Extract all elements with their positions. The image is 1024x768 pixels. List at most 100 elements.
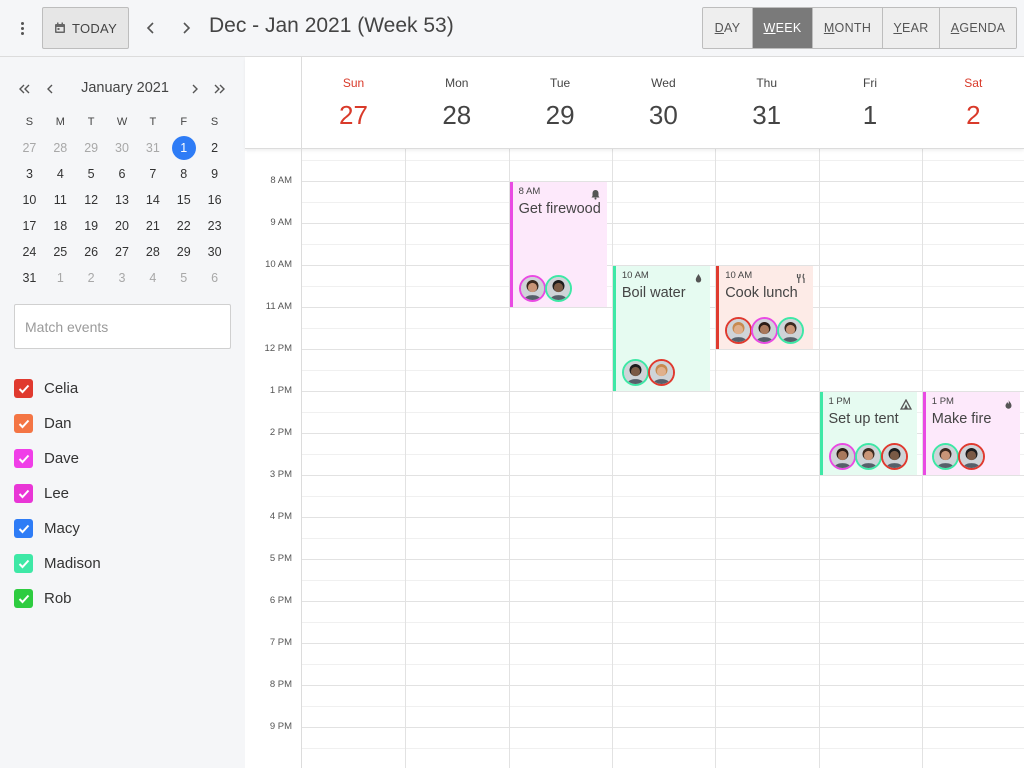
mini-calendar-day[interactable]: 3 xyxy=(107,265,138,291)
mini-calendar-day[interactable]: 28 xyxy=(45,135,76,161)
mini-calendar-day[interactable]: 4 xyxy=(45,161,76,187)
person-filter-lee[interactable]: Lee xyxy=(14,476,101,511)
avatar[interactable] xyxy=(621,359,649,386)
mini-calendar-day[interactable]: 11 xyxy=(45,187,76,213)
mini-calendar-day[interactable]: 29 xyxy=(168,239,199,265)
mini-calendar-day[interactable]: 26 xyxy=(76,239,107,265)
day-header-wed[interactable]: Wed 30 xyxy=(612,57,715,149)
person-filter-dan[interactable]: Dan xyxy=(14,406,101,441)
mini-calendar-day[interactable]: 6 xyxy=(199,265,230,291)
mini-calendar-day[interactable]: 5 xyxy=(168,265,199,291)
mini-calendar-day[interactable]: 30 xyxy=(107,135,138,161)
next-year-double-chevron-icon[interactable] xyxy=(209,77,229,101)
mini-calendar-day[interactable]: 27 xyxy=(107,239,138,265)
mini-calendar-day[interactable]: 5 xyxy=(76,161,107,187)
previous-week-chevron-icon[interactable] xyxy=(139,16,163,40)
event-card-make-fire[interactable]: 1 PM Make fire xyxy=(922,392,1021,475)
mini-calendar-day[interactable]: 22 xyxy=(168,213,199,239)
mini-calendar-weekday: S xyxy=(25,116,34,128)
avatar[interactable] xyxy=(751,317,779,344)
checkbox-checked-icon[interactable] xyxy=(14,414,33,433)
event-card-cook-lunch[interactable]: 10 AM Cook lunch xyxy=(716,266,814,349)
time-grid[interactable]: 8 AM 9 AM 10 AM 11 AM 12 PM 1 PM 2 PM 3 PM 4 PM 5… xyxy=(245,149,1024,768)
mini-calendar-day[interactable]: 27 xyxy=(14,135,45,161)
mini-calendar-day[interactable]: 31 xyxy=(14,265,45,291)
more-options-icon[interactable] xyxy=(12,18,32,38)
person-filter-rob[interactable]: Rob xyxy=(14,581,101,616)
mini-calendar-day[interactable]: 24 xyxy=(14,239,45,265)
avatar[interactable] xyxy=(725,317,753,344)
mini-calendar-day[interactable]: 14 xyxy=(137,187,168,213)
checkbox-checked-icon[interactable] xyxy=(14,519,33,538)
mini-calendar-day[interactable]: 2 xyxy=(76,265,107,291)
mini-calendar-day[interactable]: 2 xyxy=(199,135,230,161)
mini-calendar-day[interactable]: 16 xyxy=(199,187,230,213)
person-filter-dave[interactable]: Dave xyxy=(14,441,101,476)
mini-calendar-day[interactable]: 21 xyxy=(137,213,168,239)
avatar[interactable] xyxy=(957,443,985,470)
mini-calendar-day[interactable]: 30 xyxy=(199,239,230,265)
previous-month-chevron-icon[interactable] xyxy=(40,77,60,101)
mini-calendar-day[interactable]: 17 xyxy=(14,213,45,239)
checkbox-checked-icon[interactable] xyxy=(14,379,33,398)
person-name: Dave xyxy=(44,450,80,467)
event-card-set-up-tent[interactable]: 1 PM Set up tent xyxy=(819,392,917,475)
avatar[interactable] xyxy=(777,317,805,344)
person-filter-madison[interactable]: Madison xyxy=(14,546,101,581)
next-week-chevron-icon[interactable] xyxy=(174,16,198,40)
mini-calendar-day[interactable]: 10 xyxy=(14,187,45,213)
next-month-chevron-icon[interactable] xyxy=(185,77,205,101)
checkbox-checked-icon[interactable] xyxy=(14,449,33,468)
mini-calendar-week-row: 3456789 xyxy=(14,161,230,187)
checkbox-checked-icon[interactable] xyxy=(14,554,33,573)
today-button[interactable]: TODAY xyxy=(42,7,129,49)
mini-calendar-day[interactable]: 20 xyxy=(107,213,138,239)
mini-calendar-day[interactable]: 29 xyxy=(76,135,107,161)
mini-calendar-day[interactable]: 15 xyxy=(168,187,199,213)
view-week-button[interactable]: W EEK xyxy=(753,8,813,48)
event-card-boil-water[interactable]: 10 AM Boil water xyxy=(612,266,711,391)
mini-calendar-day[interactable]: 6 xyxy=(107,161,138,187)
mini-calendar-day-selected[interactable]: 1 xyxy=(168,135,199,161)
day-header-mon[interactable]: Mon 28 xyxy=(405,57,508,149)
mini-calendar-day[interactable]: 19 xyxy=(76,213,107,239)
day-header-tue[interactable]: Tue 29 xyxy=(509,57,612,149)
view-agenda-button[interactable]: A GENDA xyxy=(940,8,1016,48)
view-year-button[interactable]: Y EAR xyxy=(883,8,940,48)
mini-calendar-day[interactable]: 12 xyxy=(76,187,107,213)
mini-calendar-day[interactable]: 7 xyxy=(137,161,168,187)
avatar[interactable] xyxy=(854,443,882,470)
mini-calendar-day[interactable]: 3 xyxy=(14,161,45,187)
checkbox-checked-icon[interactable] xyxy=(14,589,33,608)
avatar[interactable] xyxy=(544,275,572,302)
previous-year-double-chevron-icon[interactable] xyxy=(15,77,35,101)
person-name: Dan xyxy=(44,415,72,432)
mini-calendar-day[interactable]: 23 xyxy=(199,213,230,239)
mini-calendar-day[interactable]: 18 xyxy=(45,213,76,239)
mini-calendar-day[interactable]: 4 xyxy=(137,265,168,291)
avatar[interactable] xyxy=(828,443,856,470)
match-events-search-input[interactable] xyxy=(14,304,231,349)
day-header-sun[interactable]: Sun 27 xyxy=(302,57,405,149)
mini-calendar-day[interactable]: 1 xyxy=(45,265,76,291)
mini-calendar-day[interactable]: 9 xyxy=(199,161,230,187)
person-filter-macy[interactable]: Macy xyxy=(14,511,101,546)
person-filter-celia[interactable]: Celia xyxy=(14,371,101,406)
avatar[interactable] xyxy=(647,359,675,386)
view-day-button[interactable]: D AY xyxy=(703,8,753,48)
checkbox-checked-icon[interactable] xyxy=(14,484,33,503)
mini-calendar-day[interactable]: 8 xyxy=(168,161,199,187)
day-header-sat[interactable]: Sat 2 xyxy=(922,57,1024,149)
avatar[interactable] xyxy=(518,275,546,302)
mini-calendar-day[interactable]: 31 xyxy=(137,135,168,161)
view-month-button[interactable]: M ONTH xyxy=(813,8,883,48)
avatar[interactable] xyxy=(880,443,908,470)
mini-calendar-day[interactable]: 25 xyxy=(45,239,76,265)
avatar[interactable] xyxy=(931,443,959,470)
mini-calendar-day[interactable]: 13 xyxy=(107,187,138,213)
flame-icon xyxy=(1003,397,1014,409)
event-card-get-firewood[interactable]: 8 AM Get firewood xyxy=(509,182,607,307)
mini-calendar-day[interactable]: 28 xyxy=(137,239,168,265)
day-header-thu[interactable]: Thu 31 xyxy=(715,57,818,149)
day-header-fri[interactable]: Fri 1 xyxy=(819,57,922,149)
